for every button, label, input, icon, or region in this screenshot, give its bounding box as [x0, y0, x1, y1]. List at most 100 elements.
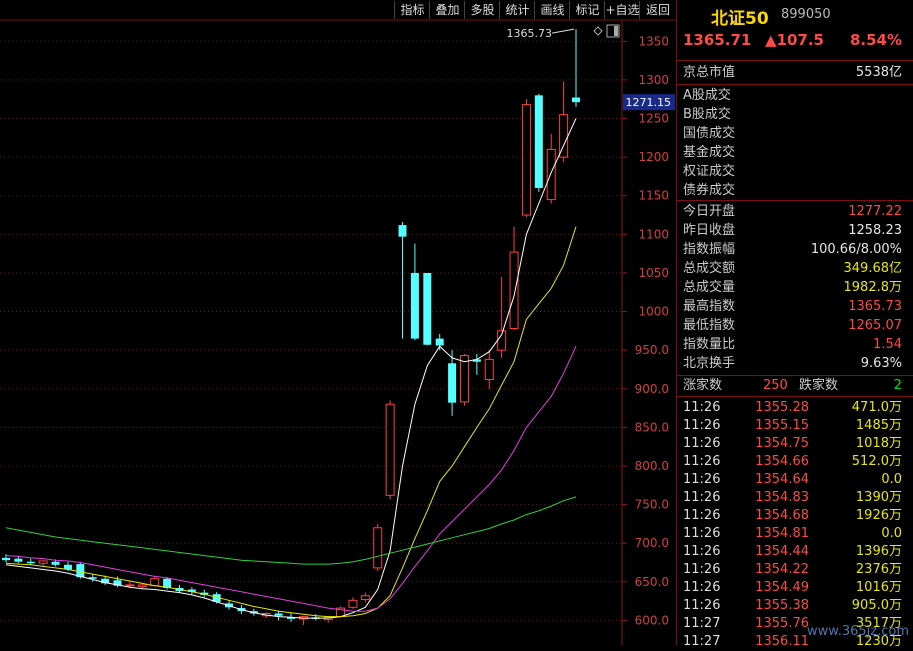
tick-volume: 512.0万: [851, 454, 902, 469]
tick-price: 1354.49: [755, 580, 809, 595]
tick-price: 1354.44: [755, 544, 809, 559]
tick-row: 11:26 1354.66 512.0万: [677, 453, 913, 471]
candle-body: [125, 584, 135, 587]
turnover-row: 国债成交: [677, 124, 913, 143]
divider: [677, 200, 913, 201]
stat-row: 今日开盘 1277.22: [677, 202, 913, 221]
tick-price: 1354.22: [755, 562, 809, 577]
tick-time: 11:26: [683, 454, 721, 469]
candle-body: [546, 148, 556, 201]
current-price-label: 1271.15: [626, 96, 672, 109]
candle-body: [423, 272, 432, 345]
down-count: 2: [893, 378, 902, 393]
tick-time: 11:26: [683, 508, 721, 523]
window-toggle-icon-fill: [614, 26, 618, 36]
stat-label: 今日开盘: [683, 204, 736, 219]
stat-value: 1982.8万: [843, 280, 903, 295]
tick-price: 1354.64: [755, 472, 809, 487]
candle-body: [360, 595, 370, 601]
tick-volume: 1018万: [855, 436, 902, 451]
tick-volume: 1016万: [855, 580, 902, 595]
tick-time: 11:26: [683, 526, 721, 541]
down-count-label: 跌家数: [799, 378, 839, 393]
stat-label: 北京换手: [683, 356, 736, 371]
stat-label: 最高指数: [683, 299, 736, 314]
tick-time: 11:26: [683, 418, 721, 433]
tick-volume: 1926万: [855, 508, 902, 523]
divider: [677, 60, 913, 61]
y-tick-label: 1300: [638, 73, 669, 87]
candle-body: [459, 355, 469, 403]
tick-row: 11:26 1355.15 1485万: [677, 417, 913, 435]
divider: [677, 84, 913, 85]
candle-body: [373, 527, 383, 569]
y-tick-label: 1000: [638, 305, 669, 319]
pct-change: 8.54%: [849, 31, 902, 49]
tick-time: 11:26: [683, 562, 721, 577]
tick-volume: 0.0: [881, 526, 902, 541]
breadth-row: 涨家数 250 跌家数 2: [677, 376, 913, 395]
y-tick-label: 1050: [638, 266, 669, 280]
y-tick-label: 950.0: [635, 343, 669, 357]
tick-volume: 1485万: [855, 418, 902, 433]
candle-body: [2, 557, 10, 561]
y-tick-label: 800.0: [635, 459, 669, 473]
turnover-label: 债券成交: [683, 183, 736, 198]
index-code: 899050: [781, 7, 831, 22]
tick-volume: 905.0万: [851, 598, 902, 613]
y-tick-label: 600.0: [635, 613, 669, 627]
up-count-label: 涨家数: [683, 378, 723, 393]
turnover-label: 国债成交: [683, 126, 736, 141]
current-price: 1365.71: [683, 31, 752, 49]
tick-price: 1354.83: [755, 490, 809, 505]
stat-row: 昨日收盘 1258.23: [677, 221, 913, 240]
y-tick-label: 650.0: [635, 575, 669, 589]
tick-row: 11:26 1354.75 1018万: [677, 435, 913, 453]
ma-line: [5, 346, 577, 612]
tick-time: 11:27: [683, 634, 721, 649]
tick-price: 1355.38: [755, 598, 809, 613]
stat-row: 指数振幅 100.66/8.00%: [677, 240, 913, 259]
stat-row: 北京换手 9.63%: [677, 354, 913, 373]
stat-label: 总成交量: [683, 280, 736, 295]
stat-value: 1.54: [873, 337, 902, 352]
tick-price: 1356.11: [755, 634, 809, 649]
tick-row: 11:26 1354.64 0.0: [677, 471, 913, 489]
stat-label: 昨日收盘: [683, 223, 736, 238]
stat-value: 349.68亿: [843, 261, 903, 276]
candle-body: [274, 613, 283, 616]
tick-price: 1354.66: [755, 454, 809, 469]
candle-body: [398, 225, 407, 237]
tick-price: 1354.81: [755, 526, 809, 541]
candle-body: [26, 561, 35, 564]
tick-volume: 1390万: [855, 490, 902, 505]
ma-line: [5, 496, 577, 565]
candle-body: [509, 251, 519, 330]
divider: [677, 396, 913, 397]
stat-value: 1365.73: [848, 299, 902, 314]
kline-chart: 600.0 650.0 700.0 750.0 800.0 850.0 900.0 950.0…: [0, 19, 675, 645]
tick-row: 11:26 1354.81 0.0: [677, 525, 913, 543]
tick-price: 1355.28: [755, 400, 809, 415]
y-tick-label: 700.0: [635, 536, 669, 550]
turnover-label: 基金成交: [683, 145, 736, 160]
high-annotation: 1365.73: [507, 27, 553, 40]
price-change: ▲107.5: [765, 31, 824, 49]
turnover-row: 债券成交: [677, 181, 913, 200]
turnover-label: A股成交: [683, 88, 731, 103]
candle-body: [534, 95, 543, 189]
tick-row: 11:26 1354.68 1926万: [677, 507, 913, 525]
turnover-label: 权证成交: [683, 164, 736, 179]
stat-value: 1258.23: [848, 223, 902, 238]
candle-body: [484, 358, 494, 381]
y-tick-label: 1250: [638, 112, 669, 126]
stat-value: 100.66/8.00%: [810, 242, 902, 257]
tick-volume: 471.0万: [851, 400, 902, 415]
stat-row: 最高指数 1365.73: [677, 297, 913, 316]
tick-row: 11:26 1355.38 905.0万: [677, 597, 913, 615]
stat-label: 指数振幅: [683, 242, 736, 257]
tick-price: 1355.15: [755, 418, 809, 433]
stat-value: 1277.22: [848, 204, 902, 219]
tick-time: 11:27: [683, 616, 721, 631]
market-cap-value: 5538亿: [855, 65, 902, 80]
